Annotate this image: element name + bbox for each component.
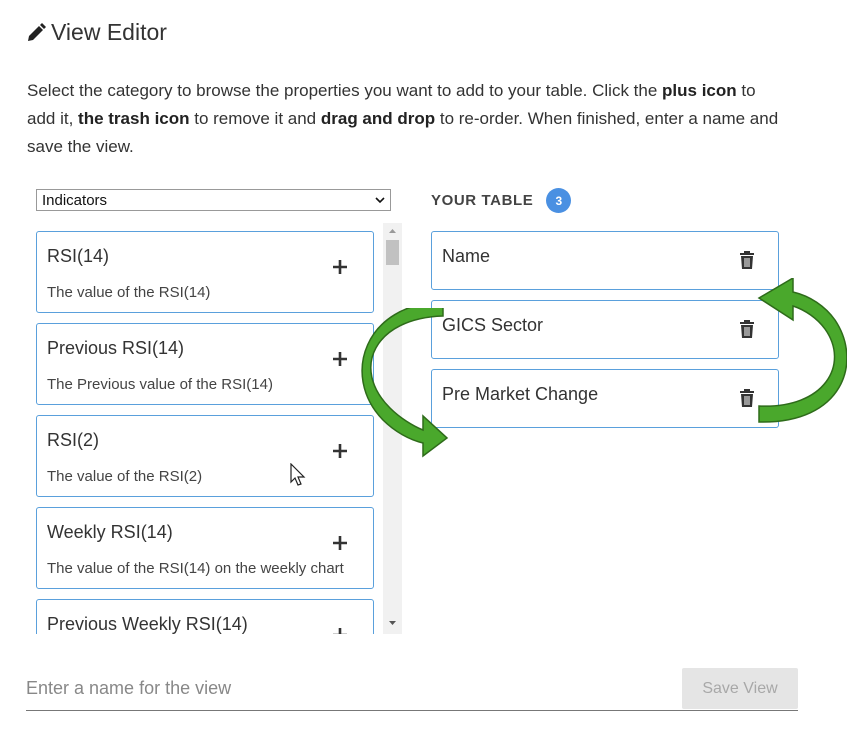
property-card[interactable]: Weekly RSI(14) The value of the RSI(14) … [36, 507, 374, 589]
save-view-button[interactable]: Save View [682, 668, 798, 709]
plus-icon[interactable] [330, 441, 350, 461]
property-card[interactable]: Previous Weekly RSI(14) [36, 599, 374, 634]
instructions-bold: the trash icon [78, 109, 190, 128]
scroll-thumb[interactable] [386, 240, 399, 265]
property-name: RSI(2) [47, 430, 100, 450]
page-header: View Editor [26, 19, 167, 46]
plus-icon[interactable] [330, 533, 350, 553]
trash-icon[interactable] [738, 250, 756, 270]
property-description: The value of the RSI(14) on the weekly c… [47, 560, 344, 577]
table-column-card[interactable]: GICS Sector [431, 300, 779, 359]
property-name: Previous RSI(14) [47, 338, 185, 358]
instructions-bold: drag and drop [320, 109, 436, 128]
chevron-down-icon [375, 197, 385, 204]
column-name: Name [442, 246, 491, 266]
property-name: RSI(14) [47, 246, 110, 266]
property-card[interactable]: Previous RSI(14) The Previous value of t… [36, 323, 374, 405]
drag-hint-arrow-left-icon [361, 308, 449, 458]
your-table-label: YOUR TABLE [431, 192, 534, 209]
instructions-part: Select the category to browse the proper… [27, 81, 663, 100]
category-select[interactable]: Indicators [36, 189, 391, 211]
page-title: View Editor [51, 19, 167, 45]
column-count-badge: 3 [546, 188, 572, 213]
scroll-down-arrow-icon[interactable] [383, 617, 402, 629]
instructions-part: to remove it and [189, 109, 321, 128]
table-column-card[interactable]: Name [431, 231, 779, 290]
property-card[interactable]: RSI(14) The value of the RSI(14) [36, 231, 374, 313]
pencil-icon [28, 22, 46, 41]
table-column-card[interactable]: Pre Market Change [431, 369, 779, 428]
mouse-cursor-icon [290, 463, 306, 486]
view-name-input[interactable] [26, 668, 666, 708]
your-table-header: YOUR TABLE 3 [431, 188, 572, 213]
instructions-text: Select the category to browse the proper… [27, 77, 787, 161]
scroll-up-arrow-icon[interactable] [383, 225, 402, 237]
trash-icon[interactable] [738, 388, 756, 408]
property-list[interactable]: RSI(14) The value of the RSI(14) Previou… [36, 223, 404, 634]
property-name: Previous Weekly RSI(14) [47, 614, 248, 634]
property-description: The value of the RSI(14) [47, 284, 211, 301]
category-select-value: Indicators [42, 191, 108, 209]
drag-hint-arrow-right-icon [757, 278, 847, 423]
property-name: Weekly RSI(14) [47, 522, 173, 542]
trash-icon[interactable] [738, 319, 756, 339]
plus-icon[interactable] [330, 625, 350, 634]
property-description: The Previous value of the RSI(14) [47, 376, 273, 393]
plus-icon[interactable] [330, 257, 350, 277]
property-card[interactable]: RSI(2) The value of the RSI(2) [36, 415, 374, 497]
plus-icon[interactable] [330, 349, 350, 369]
column-name: GICS Sector [442, 315, 544, 335]
column-name: Pre Market Change [442, 384, 599, 404]
property-description: The value of the RSI(2) [47, 468, 203, 485]
instructions-bold: plus icon [662, 81, 737, 100]
